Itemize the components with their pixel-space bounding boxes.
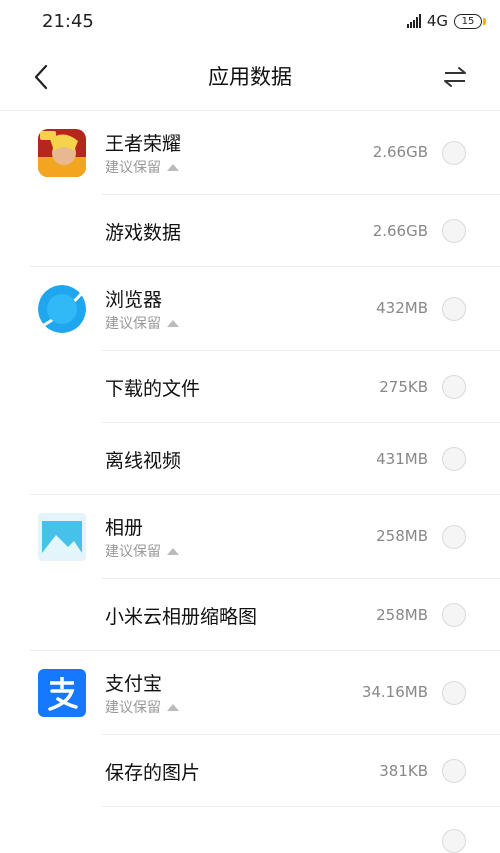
app-name: 浏览器 [105, 289, 163, 311]
browser-icon [38, 285, 86, 333]
item-name: 离线视频 [105, 450, 182, 472]
honor-of-kings-icon [38, 129, 86, 177]
battery-icon: 15 [454, 13, 486, 29]
suggestion-label: 建议保留 [105, 697, 179, 717]
signal-icon [406, 14, 421, 28]
data-size: 432MB [376, 299, 428, 317]
select-checkbox[interactable] [442, 759, 466, 783]
app-name: 王者荣耀 [105, 133, 182, 155]
list-item[interactable]: 浏览器 建议保留 432MB [0, 267, 500, 351]
select-checkbox[interactable] [442, 219, 466, 243]
suggestion-text: 建议保留 [105, 700, 161, 716]
page-title: 应用数据 [208, 65, 292, 89]
item-name: 小米云相册缩略图 [105, 606, 258, 628]
network-type: 4G [426, 12, 448, 30]
list-item[interactable]: 相册 建议保留 258MB [0, 495, 500, 579]
data-size: 431MB [376, 450, 428, 468]
data-size: 381KB [379, 762, 428, 780]
select-checkbox[interactable] [442, 447, 466, 471]
select-checkbox[interactable] [442, 297, 466, 321]
expand-triangle-icon[interactable] [167, 163, 179, 171]
data-size: 258MB [376, 606, 428, 624]
list-item[interactable]: 王者荣耀 建议保留 2.66GB [0, 111, 500, 195]
suggestion-label: 建议保留 [105, 541, 179, 561]
list-item[interactable]: 下载的文件 275KB [0, 351, 500, 423]
data-size: 2.66GB [372, 222, 428, 240]
alipay-icon [38, 669, 86, 717]
list-item[interactable]: 游戏数据 2.66GB [0, 195, 500, 267]
app-name: 相册 [105, 517, 144, 539]
select-checkbox[interactable] [442, 681, 466, 705]
swap-arrows-icon [444, 67, 466, 87]
data-size: 2.66GB [372, 143, 428, 161]
list-item[interactable] [0, 807, 500, 853]
app-data-list: 王者荣耀 建议保留 2.66GB 游戏数据 2.66GB 浏览器 建议保留 43… [0, 111, 500, 853]
suggestion-text: 建议保留 [105, 316, 161, 332]
app-name: 支付宝 [105, 673, 163, 695]
data-size: 258MB [376, 527, 428, 545]
item-name: 下载的文件 [105, 378, 201, 400]
item-name: 保存的图片 [105, 762, 201, 784]
list-item[interactable]: 保存的图片 381KB [0, 735, 500, 807]
data-size: 275KB [379, 378, 428, 396]
back-button[interactable] [28, 62, 58, 92]
data-size: 34.16MB [361, 683, 428, 701]
suggestion-text: 建议保留 [105, 544, 161, 560]
suggestion-label: 建议保留 [105, 157, 179, 177]
gallery-icon [38, 513, 86, 561]
list-item[interactable]: 支付宝 建议保留 34.16MB [0, 651, 500, 735]
select-checkbox[interactable] [442, 603, 466, 627]
select-checkbox[interactable] [442, 829, 466, 853]
status-time: 21:45 [42, 10, 94, 32]
expand-triangle-icon[interactable] [167, 319, 179, 327]
status-icons: 4G 15 [406, 12, 486, 30]
app-bar: 应用数据 [0, 42, 500, 111]
select-checkbox[interactable] [442, 525, 466, 549]
select-checkbox[interactable] [442, 141, 466, 165]
sort-button[interactable] [440, 62, 470, 92]
expand-triangle-icon[interactable] [167, 547, 179, 555]
select-checkbox[interactable] [442, 375, 466, 399]
expand-triangle-icon[interactable] [167, 703, 179, 711]
suggestion-text: 建议保留 [105, 160, 161, 176]
back-arrow-icon [34, 64, 48, 90]
list-item[interactable]: 离线视频 431MB [0, 423, 500, 495]
list-item[interactable]: 小米云相册缩略图 258MB [0, 579, 500, 651]
item-name: 游戏数据 [105, 222, 182, 244]
suggestion-label: 建议保留 [105, 313, 179, 333]
status-bar: 21:45 4G 15 [0, 0, 500, 42]
